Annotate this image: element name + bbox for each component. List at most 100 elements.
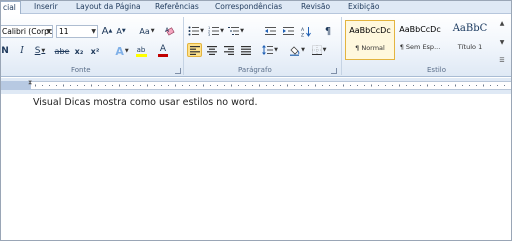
scroll-up-icon[interactable]: ▲	[500, 20, 505, 27]
ruler-tick	[105, 85, 106, 86]
more-styles-icon[interactable]: ☰	[499, 57, 504, 64]
change-case-button[interactable]: Aa ▼	[137, 24, 157, 38]
tab-page-layout[interactable]: Layout da Página	[76, 1, 141, 14]
ruler-tick	[231, 84, 232, 87]
borders-button[interactable]: ▼	[310, 43, 328, 57]
word-window: cial Inserir Layout da Página Referência…	[0, 0, 512, 241]
highlight-color-bar	[135, 53, 147, 57]
align-center-icon	[206, 45, 217, 55]
highlight-button[interactable]: ab	[132, 44, 150, 58]
ruler-tick	[42, 85, 43, 86]
line-spacing-icon	[262, 45, 274, 55]
ruler-tick	[280, 85, 281, 86]
ruler-tick	[441, 85, 442, 86]
ruler-tick	[350, 85, 351, 86]
eraser-icon: A	[165, 27, 175, 36]
strikethrough-button[interactable]: abe	[54, 44, 70, 58]
increase-indent-button[interactable]	[281, 24, 295, 38]
superscript-button[interactable]: x²	[89, 44, 101, 58]
chevron-down-icon[interactable]: ▼	[91, 26, 96, 37]
ruler-tick	[336, 85, 337, 86]
ruler-tick	[245, 85, 246, 86]
font-color-bar	[158, 54, 168, 57]
outdent-icon	[264, 27, 276, 35]
align-left-icon	[189, 45, 200, 55]
tab-references[interactable]: Referências	[155, 1, 199, 14]
sort-icon: AZ	[301, 26, 311, 37]
ruler-tick	[504, 85, 505, 86]
ruler-tick	[287, 84, 288, 87]
ruler-tick	[385, 85, 386, 86]
sort-button[interactable]: AZ	[299, 24, 313, 38]
tab-insert[interactable]: Inserir	[34, 1, 58, 14]
grow-font-button[interactable]: A ▲	[101, 24, 113, 38]
show-marks-button[interactable]: ¶	[321, 24, 335, 38]
multilevel-list-button[interactable]: ▼	[227, 24, 245, 38]
font-size-value: 11	[59, 27, 69, 36]
ruler-tick	[182, 85, 183, 86]
document-text[interactable]: Visual Dicas mostra como usar estilos no…	[33, 97, 257, 108]
style-heading-1[interactable]: AaBbC Título 1	[445, 20, 495, 60]
tab-view[interactable]: Exibição	[348, 1, 379, 14]
ruler-tick	[161, 85, 162, 86]
style-name: ¶ Normal	[355, 44, 385, 52]
paint-bucket-icon	[290, 45, 300, 56]
gallery-scroll: ▲ ▼ ☰	[497, 20, 507, 64]
bullets-button[interactable]: ▼	[187, 24, 205, 38]
font-dialog-launcher[interactable]	[175, 68, 181, 74]
align-right-button[interactable]	[221, 43, 236, 57]
ruler-tick	[252, 85, 253, 86]
ruler-tick	[427, 84, 428, 87]
ruler-tick	[357, 85, 358, 86]
align-left-button[interactable]	[187, 43, 202, 57]
ruler-tick	[455, 84, 456, 87]
underline-button[interactable]: S ▼	[32, 44, 48, 58]
indent-marker-icon[interactable]: ⧗	[28, 79, 32, 87]
text-effects-button[interactable]: A ▼	[113, 44, 131, 58]
numbering-button[interactable]: 1 2 3 ▼	[207, 24, 225, 38]
scroll-down-icon[interactable]: ▼	[500, 39, 505, 46]
ruler-tick	[399, 84, 400, 87]
tab-review[interactable]: Revisão	[301, 1, 330, 14]
svg-text:3: 3	[208, 33, 210, 36]
style-preview: AaBbC	[452, 23, 488, 34]
ruler-tick	[126, 85, 127, 86]
ruler-tick	[420, 85, 421, 86]
font-name-combo[interactable]: Calibri (Corpo ▼	[1, 25, 53, 38]
paragraph-dialog-launcher[interactable]	[331, 68, 337, 74]
ruler-tick	[497, 85, 498, 86]
line-spacing-button[interactable]: ▼	[261, 43, 279, 57]
tab-home[interactable]: cial	[1, 1, 21, 15]
ruler-tick	[112, 85, 113, 86]
svg-text:Z: Z	[301, 32, 304, 37]
ruler-tick	[238, 85, 239, 86]
justify-button[interactable]	[238, 43, 253, 57]
ruler-tick	[119, 84, 120, 87]
ruler-tick	[189, 85, 190, 86]
document-page[interactable]	[1, 94, 511, 240]
ruler-tick	[315, 84, 316, 87]
clear-format-button[interactable]: A	[163, 24, 177, 38]
ruler-tick	[217, 85, 218, 86]
ruler-tick	[210, 85, 211, 86]
ruler-tick	[469, 85, 470, 86]
decrease-indent-button[interactable]	[263, 24, 277, 38]
indent-icon	[282, 27, 294, 35]
style-no-spacing[interactable]: AaBbCcDc ¶ Sem Esp...	[395, 20, 445, 60]
subscript-button[interactable]: x₂	[73, 44, 85, 58]
font-size-combo[interactable]: 11 ▼	[56, 25, 98, 38]
align-center-button[interactable]	[204, 43, 219, 57]
chevron-down-icon[interactable]: ▼	[46, 26, 51, 37]
ruler-tick	[70, 85, 71, 86]
ruler-tick	[154, 85, 155, 86]
ruler-tick	[203, 84, 204, 87]
ruler-tick	[301, 85, 302, 86]
shading-button[interactable]: ▼	[288, 43, 306, 57]
borders-icon	[311, 45, 322, 55]
shrink-font-button[interactable]: A ▼	[115, 24, 127, 38]
italic-button[interactable]: I	[17, 44, 27, 58]
bold-button[interactable]: N	[1, 44, 10, 58]
font-color-button[interactable]: A	[154, 44, 172, 58]
tab-mailings[interactable]: Correspondências	[215, 1, 282, 14]
style-normal[interactable]: AaBbCcDc ¶ Normal	[345, 20, 395, 60]
